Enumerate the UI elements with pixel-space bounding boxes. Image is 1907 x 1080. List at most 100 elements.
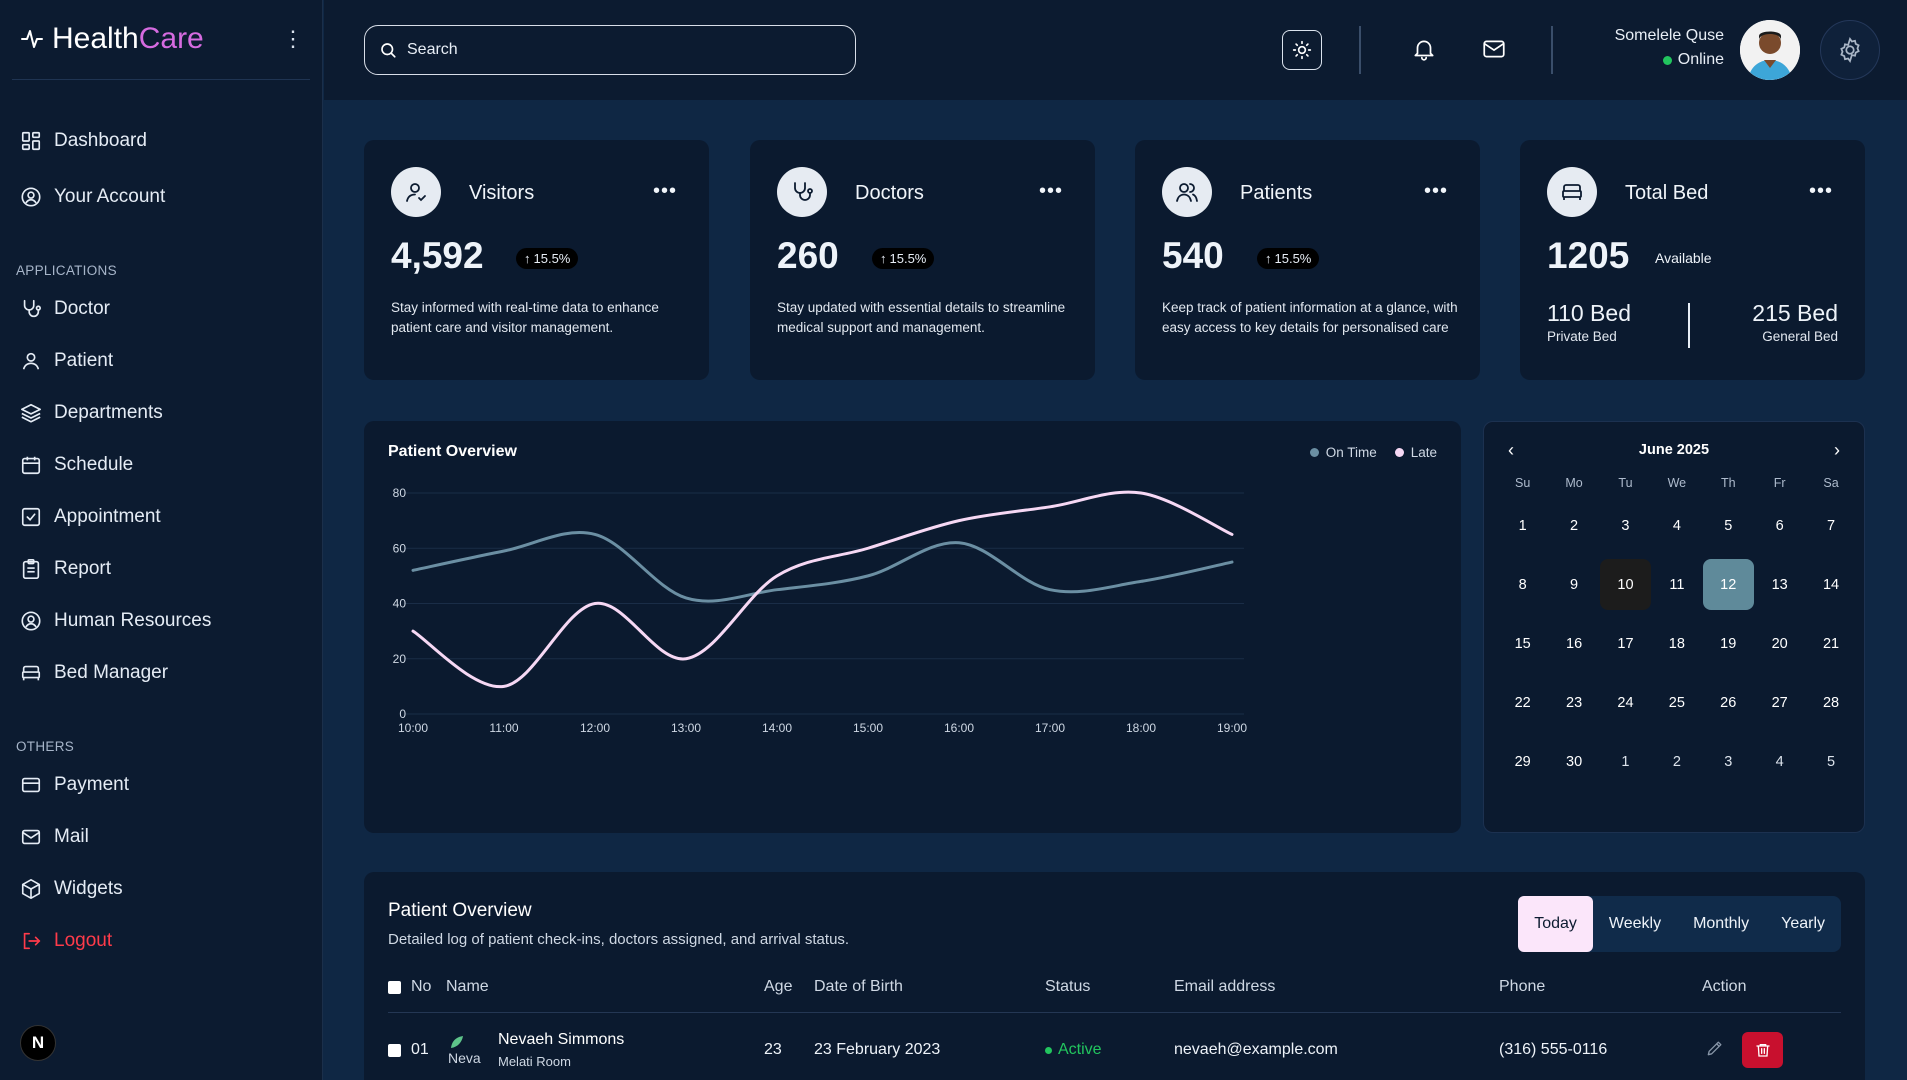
sidebar-item-patient[interactable]: Patient [20, 350, 113, 372]
calendar-day[interactable]: 13 [1754, 555, 1805, 614]
tab-today[interactable]: Today [1518, 896, 1593, 952]
app-logo[interactable]: HealthCare [20, 22, 204, 56]
select-all-checkbox[interactable] [388, 980, 401, 994]
x-tick-label: 18:00 [1126, 721, 1156, 735]
calendar-day[interactable]: 4 [1754, 732, 1805, 791]
calendar-day[interactable]: 19 [1703, 614, 1754, 673]
calendar-day[interactable]: 22 [1497, 673, 1548, 732]
calendar-day[interactable]: 29 [1497, 732, 1548, 791]
calendar-day[interactable]: 12 [1702, 555, 1754, 614]
divider [1359, 26, 1361, 74]
column-header-status[interactable]: Status [1045, 978, 1090, 996]
row-checkbox[interactable] [388, 1043, 401, 1057]
calendar-day[interactable]: 30 [1548, 732, 1599, 791]
column-header-dob[interactable]: Date of Birth [814, 978, 903, 996]
calendar-day[interactable]: 3 [1703, 732, 1754, 791]
calendar-day[interactable]: 5 [1805, 732, 1856, 791]
sidebar-item-departments[interactable]: Departments [20, 402, 163, 424]
calendar-day[interactable]: 10 [1599, 555, 1651, 614]
sidebar-item-schedule[interactable]: Schedule [20, 454, 133, 476]
more-options-button[interactable]: ••• [653, 180, 677, 203]
sidebar-menu-button[interactable]: ⋮ [282, 28, 304, 50]
search-box[interactable] [364, 25, 856, 75]
more-options-button[interactable]: ••• [1039, 180, 1063, 203]
search-input[interactable] [407, 41, 827, 59]
sidebar-item-mail[interactable]: Mail [20, 826, 89, 848]
tab-monthly[interactable]: Monthly [1677, 896, 1765, 952]
calendar-day[interactable]: 1 [1497, 496, 1548, 555]
patient-name[interactable]: Nevaeh Simmons [498, 1031, 624, 1049]
column-header-email[interactable]: Email address [1174, 978, 1275, 996]
calendar-day[interactable]: 9 [1548, 555, 1599, 614]
card-value: 260 [777, 235, 839, 276]
settings-button[interactable] [1820, 20, 1880, 80]
sidebar-item-report[interactable]: Report [20, 558, 111, 580]
calendar-day[interactable]: 8 [1497, 555, 1548, 614]
sidebar-item-logout[interactable]: Logout [20, 930, 112, 952]
bell-icon [1414, 40, 1434, 61]
avatar[interactable] [1740, 20, 1800, 80]
n-badge[interactable]: N [20, 1025, 56, 1061]
sidebar-item-bed-manager[interactable]: Bed Manager [20, 662, 168, 684]
legend-item-late[interactable]: Late [1394, 445, 1437, 460]
sidebar-item-widgets[interactable]: Widgets [20, 878, 123, 900]
calendar-day[interactable]: 3 [1600, 496, 1651, 555]
calendar-day-number: 4 [1775, 753, 1784, 770]
calendar-day[interactable]: 5 [1703, 496, 1754, 555]
column-header-phone[interactable]: Phone [1499, 978, 1545, 996]
patient-email[interactable]: nevaeh@example.com [1174, 1041, 1338, 1059]
dashboard-icon [21, 131, 41, 151]
online-dot [1662, 55, 1672, 65]
calendar-day[interactable]: 15 [1497, 614, 1548, 673]
calendar-day[interactable]: 26 [1703, 673, 1754, 732]
calendar-day[interactable]: 27 [1754, 673, 1805, 732]
calendar-day[interactable]: 11 [1651, 555, 1702, 614]
y-tick-label: 60 [393, 541, 407, 555]
calendar-day[interactable]: 17 [1600, 614, 1651, 673]
card-title: Doctors [855, 182, 924, 204]
sidebar-item-your-account[interactable]: Your Account [20, 186, 165, 208]
calendar-day[interactable]: 1 [1600, 732, 1651, 791]
leaf-icon [451, 1036, 463, 1048]
notifications-button[interactable] [1411, 36, 1437, 62]
next-month-button[interactable]: › [1834, 440, 1840, 461]
tab-yearly[interactable]: Yearly [1765, 896, 1841, 952]
user-avatar-image [1740, 20, 1800, 80]
calendar-month: June 2025 [1638, 442, 1710, 458]
calendar-day[interactable]: 7 [1805, 496, 1856, 555]
calendar-day[interactable]: 24 [1600, 673, 1651, 732]
calendar-day[interactable]: 23 [1548, 673, 1599, 732]
sidebar-item-doctor[interactable]: Doctor [20, 298, 110, 320]
delete-button[interactable] [1742, 1032, 1783, 1068]
column-header-name[interactable]: Name [446, 978, 489, 996]
report-icon [22, 559, 40, 579]
calendar-day[interactable]: 14 [1805, 555, 1856, 614]
calendar-day[interactable]: 18 [1651, 614, 1702, 673]
sidebar-item-dashboard[interactable]: Dashboard [20, 130, 147, 152]
edit-button[interactable] [1705, 1038, 1725, 1058]
calendar-day[interactable]: 2 [1651, 732, 1702, 791]
sidebar-item-human-resources[interactable]: Human Resources [20, 610, 211, 632]
calendar-day[interactable]: 28 [1805, 673, 1856, 732]
table-title: Patient Overview [388, 900, 532, 921]
x-tick-label: 11:00 [489, 721, 518, 735]
calendar-day[interactable]: 2 [1548, 496, 1599, 555]
calendar-day[interactable]: 20 [1754, 614, 1805, 673]
user-circle-icon [21, 611, 41, 631]
sidebar-item-label: Your Account [54, 186, 166, 207]
calendar-day[interactable]: 25 [1651, 673, 1702, 732]
calendar-day[interactable]: 6 [1754, 496, 1805, 555]
column-header-age[interactable]: Age [764, 978, 792, 996]
messages-button[interactable] [1481, 36, 1507, 62]
pencil-icon [1707, 1041, 1722, 1056]
calendar-day[interactable]: 16 [1548, 614, 1599, 673]
sidebar-item-appointment[interactable]: Appointment [20, 506, 161, 528]
more-options-button[interactable]: ••• [1424, 180, 1448, 203]
more-options-button[interactable]: ••• [1809, 180, 1833, 203]
sidebar-item-payment[interactable]: Payment [20, 774, 129, 796]
tab-weekly[interactable]: Weekly [1593, 896, 1677, 952]
legend-item-on-time[interactable]: On Time [1309, 445, 1377, 460]
theme-toggle-button[interactable] [1282, 30, 1322, 70]
calendar-day[interactable]: 4 [1651, 496, 1702, 555]
calendar-day[interactable]: 21 [1805, 614, 1856, 673]
